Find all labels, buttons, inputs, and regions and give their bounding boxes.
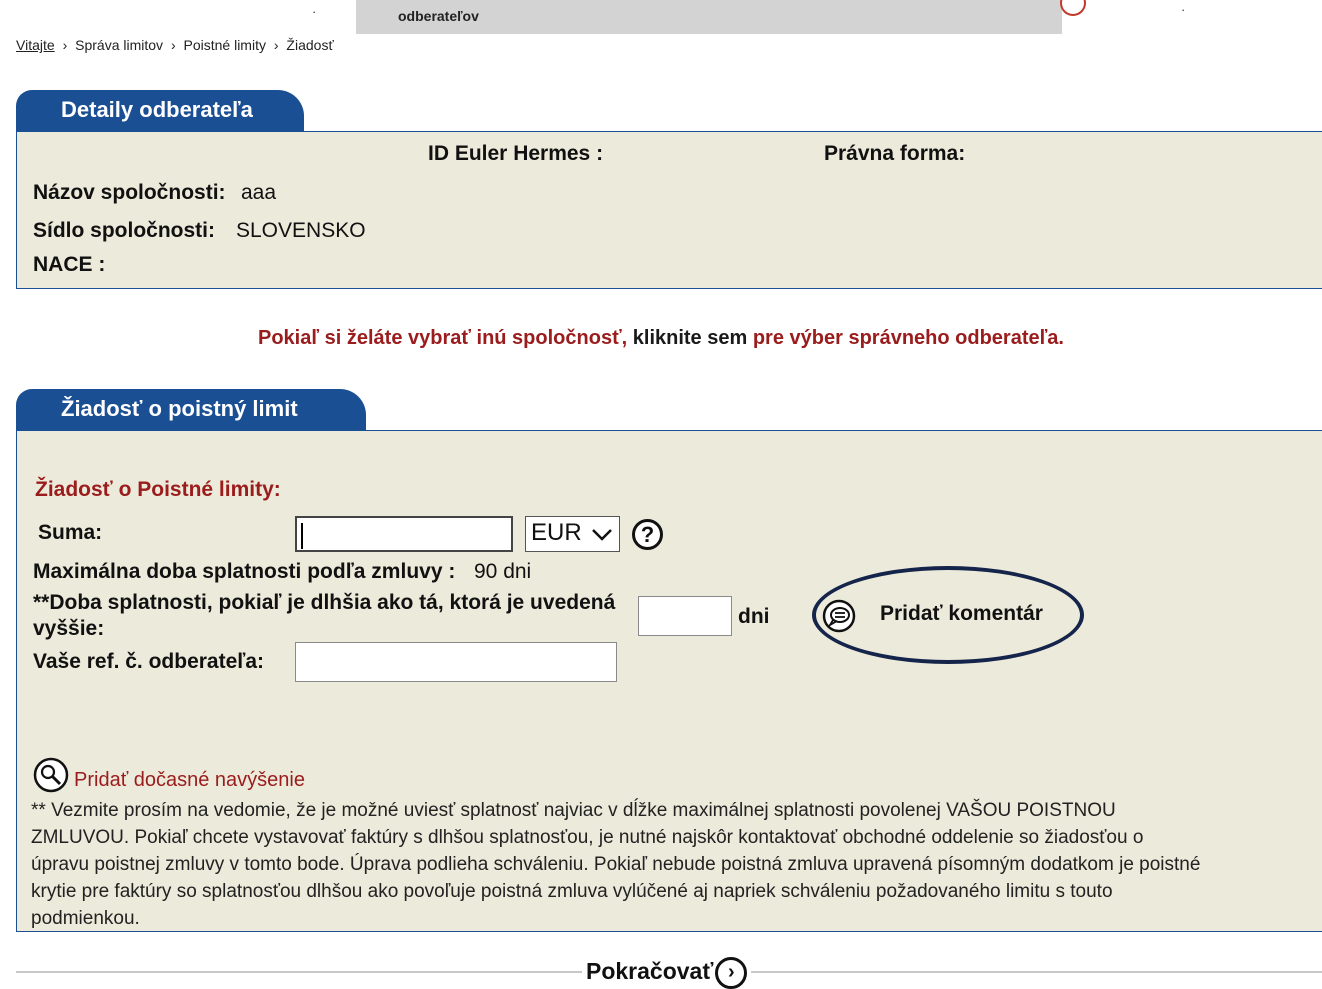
breadcrumb-separator: ›	[273, 37, 279, 53]
term-label-line1: **Doba splatnosti, pokiaľ je dlhšia ako …	[33, 591, 616, 614]
breadcrumb-item: Správa limitov	[75, 37, 164, 53]
breadcrumb-home-link[interactable]: Vitajte	[16, 37, 55, 53]
payment-term-note: ** Vezmite prosím na vedomie, že je možn…	[31, 800, 1201, 929]
currency-select[interactable]: EUR	[525, 516, 620, 552]
breadcrumb: Vitajte › Správa limitov › Poistné limit…	[16, 37, 334, 53]
reference-input[interactable]	[295, 642, 617, 682]
breadcrumb-separator: ›	[170, 37, 176, 53]
top-nav-icon	[1060, 0, 1086, 16]
term-unit-label: dni	[738, 605, 770, 628]
continue-label: Pokračovať	[586, 958, 714, 985]
add-temporary-increase-link[interactable]: Pridať dočasné navýšenie	[74, 769, 305, 792]
amount-input[interactable]	[295, 516, 513, 552]
reference-label: Vaše ref. č. odberateľa:	[33, 650, 265, 673]
help-icon[interactable]: ?	[632, 519, 663, 550]
annotation-ellipse	[812, 566, 1084, 664]
top-nav-item-label: odberateľov	[398, 8, 479, 24]
continue-button[interactable]: Pokračovať ›	[582, 957, 752, 989]
max-term-label: Maximálna doba splatnosti podľa zmluvy :	[33, 560, 456, 583]
currency-selected-value: EUR	[531, 519, 582, 546]
limit-request-tab-title: Žiadosť o poistný limit	[61, 396, 298, 421]
magnifier-icon[interactable]	[33, 757, 71, 795]
select-company-note-suffix: pre výber správneho odberateľa.	[747, 327, 1064, 349]
customer-details-panel	[16, 131, 1322, 289]
customer-details-tab: Detaily odberateľa	[16, 90, 304, 132]
company-seat-value: SLOVENSKO	[236, 219, 366, 242]
top-nav-tick: ·	[312, 4, 317, 19]
select-company-note-prefix: Pokiaľ si želáte vybrať inú spoločnosť,	[258, 327, 633, 349]
legal-form-label: Právna forma:	[824, 142, 966, 165]
company-name-label: Názov spoločnosti:	[33, 181, 226, 204]
select-company-link[interactable]: kliknite sem	[633, 327, 748, 349]
breadcrumb-item: Poistné limity	[183, 37, 266, 53]
euler-id-label: ID Euler Hermes :	[428, 142, 604, 165]
form-title: Žiadosť o Poistné limity:	[35, 478, 281, 501]
nace-label: NACE :	[33, 253, 106, 276]
top-nav-tick: ·	[1181, 2, 1186, 17]
max-term-value: 90 dni	[474, 560, 532, 583]
text-cursor	[301, 523, 303, 549]
term-label-line2: vyššie:	[33, 617, 105, 640]
company-seat-label: Sídlo spoločnosti:	[33, 219, 215, 242]
limit-request-tab: Žiadosť o poistný limit	[16, 389, 366, 431]
arrow-right-icon: ›	[715, 957, 748, 989]
customer-details-tab-title: Detaily odberateľa	[61, 97, 253, 122]
amount-label: Suma:	[38, 521, 103, 544]
top-nav-item[interactable]: odberateľov	[356, 0, 1062, 34]
company-name-value: aaa	[241, 181, 277, 204]
chevron-down-icon	[592, 529, 612, 541]
payment-term-input[interactable]	[638, 596, 732, 636]
breadcrumb-separator: ›	[62, 37, 68, 53]
breadcrumb-item: Žiadosť	[286, 37, 334, 53]
select-company-note: Pokiaľ si želáte vybrať inú spoločnosť, …	[0, 327, 1322, 350]
